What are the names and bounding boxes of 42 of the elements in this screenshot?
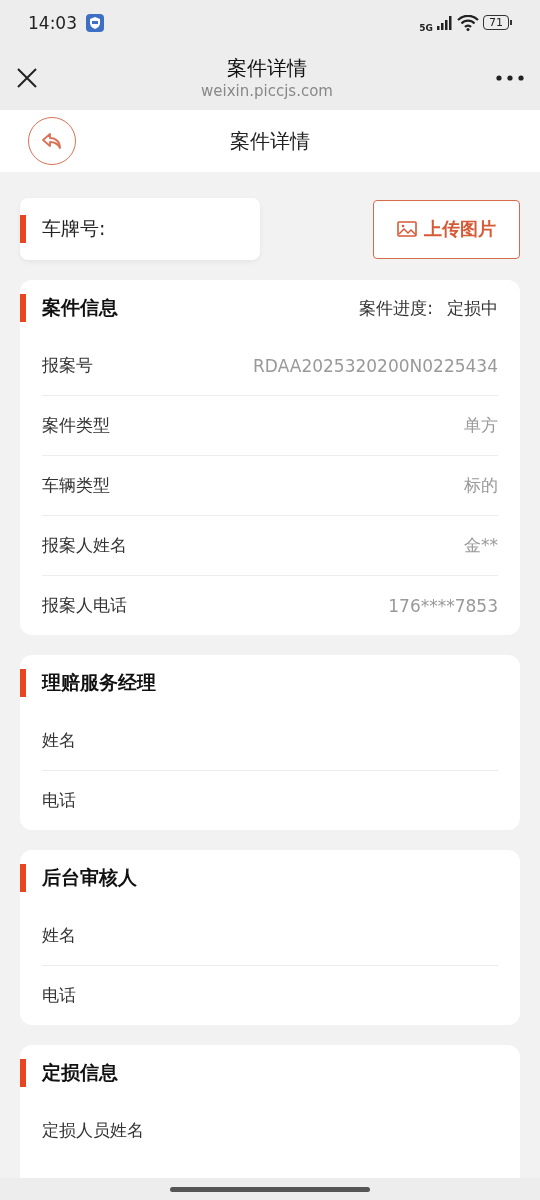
battery-level: 71 (483, 15, 509, 30)
page-title: 案件详情 (227, 55, 307, 82)
accent-bar (20, 215, 26, 243)
field-label: 报案人电话 (42, 594, 127, 617)
shield-icon (85, 12, 105, 33)
section-title: 定损信息 (42, 1060, 119, 1085)
field-label: 姓名 (42, 924, 76, 947)
field-value: RDAA2025320200N0225434 (253, 355, 498, 376)
field-label: 电话 (42, 789, 76, 812)
more-icon[interactable] (496, 74, 524, 81)
wifi-icon (457, 14, 479, 31)
section-title: 理赔服务经理 (42, 670, 157, 695)
field-value: 金** (464, 534, 498, 557)
clock-time: 14:03 (28, 12, 77, 33)
field-value: 单方 (464, 414, 498, 437)
accent-bar (20, 1059, 26, 1087)
image-icon (397, 221, 417, 237)
progress-value: 定损中 (447, 296, 498, 320)
field-label: 电话 (42, 984, 76, 1007)
network-type: 5G (419, 23, 433, 33)
signal-icon (437, 15, 453, 30)
field-label: 报案号 (42, 354, 93, 377)
section-title: 案件信息 (42, 295, 119, 320)
home-indicator[interactable] (170, 1186, 370, 1192)
field-label: 案件类型 (42, 414, 110, 437)
field-label: 姓名 (42, 729, 76, 752)
upload-button[interactable]: 上传图片 (373, 199, 520, 259)
accent-bar (20, 669, 26, 697)
reply-arrow-icon (41, 132, 63, 150)
field-label: 定损人员姓名 (42, 1119, 144, 1142)
accent-bar (20, 294, 26, 322)
plate-label: 车牌号: (42, 216, 106, 241)
field-label: 报案人姓名 (42, 534, 127, 557)
section-title: 后台审核人 (42, 865, 138, 890)
progress-label: 案件进度: (359, 296, 433, 320)
header-title: 案件详情 (229, 127, 311, 155)
field-value: 标的 (464, 474, 498, 497)
accent-bar (20, 864, 26, 892)
page-url: weixin.piccjs.com (201, 82, 333, 100)
field-value: 176****7853 (388, 595, 498, 616)
field-label: 车辆类型 (42, 474, 110, 497)
close-icon[interactable] (16, 66, 38, 89)
